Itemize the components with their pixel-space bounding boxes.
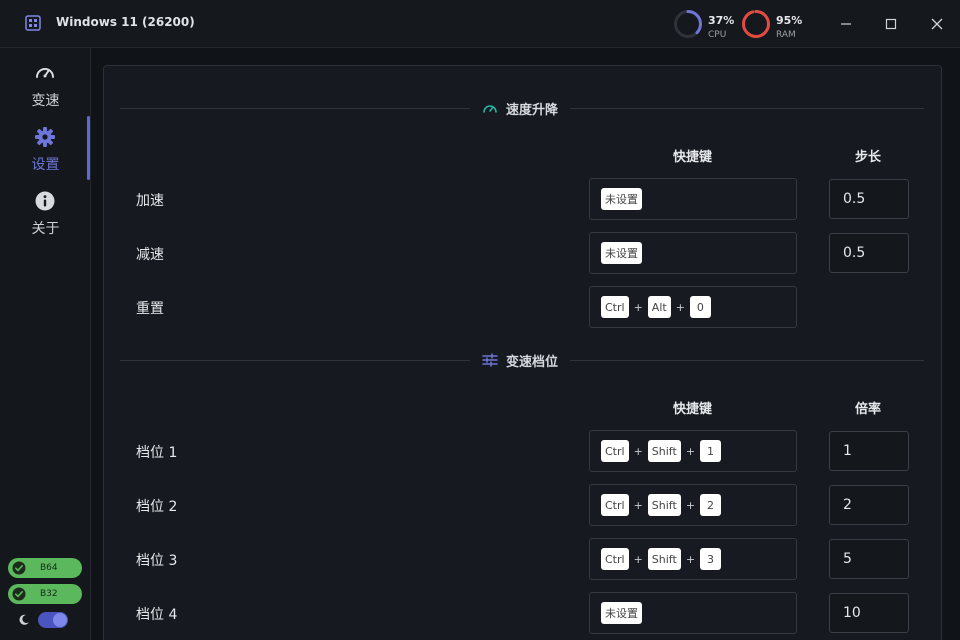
gear-section-header: 变速档位 [470,349,571,371]
rate-column-header: 倍率 [855,402,882,417]
speed-down-label: 减速 [136,247,164,263]
key-cap: Ctrl [601,440,629,462]
sidebar-item-speed[interactable]: 变速 [0,50,91,112]
sidebar-item-label: 变速 [31,93,60,109]
b32-status-badge: B32 [8,584,82,604]
gear-4-rate-input[interactable]: 10 [829,593,909,633]
speed-down-hotkey-input[interactable]: 未设置 [589,232,797,274]
gear-icon [35,127,55,147]
cpu-label: CPU [708,30,727,40]
badge-label: B64 [40,563,58,573]
maximize-button[interactable] [881,14,901,34]
ram-gauge [742,10,770,38]
ram-label: RAM [776,30,796,40]
section-title: 速度升降 [506,102,559,118]
key-cap: Ctrl [601,548,629,570]
key-cap: 未设置 [601,602,642,624]
reset-hotkey-input[interactable]: Ctrl + Alt + 0 [589,286,797,328]
key-cap: 1 [700,440,722,462]
speed-up-label: 加速 [136,193,164,209]
check-circle-icon [12,587,26,601]
info-icon [35,191,55,211]
speed-up-step-input[interactable]: 0.5 [829,179,909,219]
plus-sign: + [685,552,696,566]
cpu-gauge [674,10,702,38]
hotkey-column-header: 快捷键 [673,402,713,417]
gear-1-label: 档位 1 [136,445,178,461]
sidebar-item-label: 设置 [31,157,60,173]
speed-up-hotkey-input[interactable]: 未设置 [589,178,797,220]
key-cap: 3 [700,548,722,570]
window-title: Windows 11 (26200) [56,15,195,29]
sidebar-item-settings[interactable]: 设置 [0,114,91,176]
speedometer-icon [36,68,54,78]
key-cap: 0 [689,296,711,318]
title-bar: Windows 11 (26200) 37% CPU 95% RAM [0,0,960,48]
key-cap: Ctrl [601,494,629,516]
speed-down-step-input[interactable]: 0.5 [829,233,909,273]
gear-2-rate-input[interactable]: 2 [829,485,909,525]
key-cap: Shift [647,548,681,570]
app-icon [25,15,41,31]
plus-sign: + [685,444,696,458]
key-cap: Shift [647,494,681,516]
plus-sign: + [633,444,643,458]
theme-switch-row [16,612,76,628]
toggle-knob [53,613,67,627]
close-icon [931,18,943,30]
close-button[interactable] [927,14,947,34]
plus-sign: + [633,498,643,512]
active-nav-indicator [87,116,90,180]
gear-3-hotkey-input[interactable]: Ctrl + Shift + 3 [589,538,797,580]
speed-section-header: 速度升降 [470,97,571,119]
gear-3-label: 档位 3 [136,553,178,569]
plus-sign: + [633,552,643,566]
speedometer-icon [483,105,497,113]
section-title: 变速档位 [506,354,559,370]
sidebar-item-about[interactable]: 关于 [0,178,91,240]
badge-label: B32 [40,589,58,599]
gear-4-label: 档位 4 [136,607,178,623]
gear-2-label: 档位 2 [136,499,178,515]
gear-1-rate-input[interactable]: 1 [829,431,909,471]
reset-label: 重置 [136,301,164,317]
gear-3-rate-input[interactable]: 5 [829,539,909,579]
sliders-icon [482,353,498,367]
plus-sign: + [685,498,696,512]
hotkey-column-header: 快捷键 [673,150,713,165]
key-cap: 2 [700,494,722,516]
b64-status-badge: B64 [8,558,82,578]
maximize-icon [885,18,897,30]
gear-1-hotkey-input[interactable]: Ctrl + Shift + 1 [589,430,797,472]
key-cap: 未设置 [601,242,642,264]
gear-4-hotkey-input[interactable]: 未设置 [589,592,797,634]
theme-toggle[interactable] [38,612,68,628]
key-cap: Shift [647,440,681,462]
plus-sign: + [633,300,643,314]
gear-2-hotkey-input[interactable]: Ctrl + Shift + 2 [589,484,797,526]
key-cap: 未设置 [601,188,642,210]
step-column-header: 步长 [855,150,882,165]
moon-icon [19,614,29,625]
key-cap: Ctrl [601,296,629,318]
sidebar: 变速 设置 关于 B64 B32 [0,48,91,640]
sidebar-item-label: 关于 [31,221,60,237]
plus-sign: + [675,300,685,314]
check-circle-icon [12,561,26,575]
cpu-percent: 37% [708,14,735,27]
minimize-button[interactable] [836,14,856,34]
minimize-icon [841,23,851,25]
key-cap: Alt [647,296,671,318]
ram-percent: 95% [776,14,803,27]
